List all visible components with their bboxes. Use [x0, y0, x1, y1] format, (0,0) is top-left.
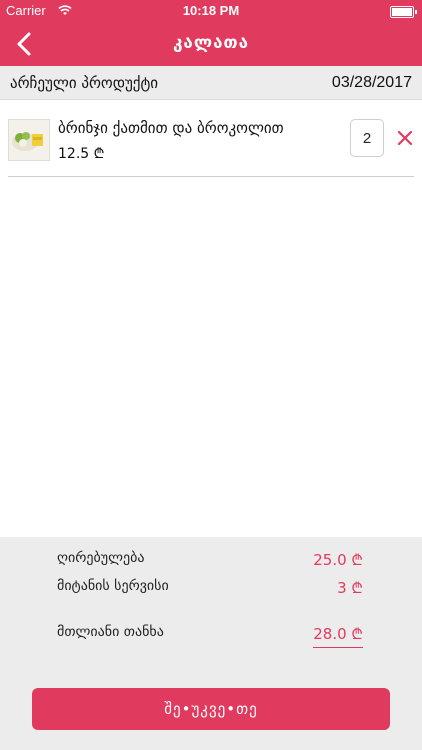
subtotal-row: ღირებულება 25.0 ₾ [57, 550, 363, 574]
quantity-field[interactable] [350, 119, 384, 157]
section-header: არჩეული პროდუქტი 03/28/2017 [0, 66, 422, 100]
total-label: მთლიანი თანხა [57, 624, 164, 640]
clock: 10:18 PM [182, 3, 240, 18]
nav-bar: კალათა [0, 22, 422, 66]
delivery-row: მიტანის სერვისი 3 ₾ [57, 578, 363, 602]
page-title: კალათა [172, 33, 250, 53]
section-label: არჩეული პროდუქტი [10, 74, 159, 92]
product-price: 12.5 ₾ [58, 146, 105, 162]
product-name: ბრინჯი ქათმით და ბროკოლით [58, 119, 284, 137]
checkout-button[interactable]: შე•უკვე•თე [32, 688, 390, 730]
total-row: მთლიანი თანხა 28.0 ₾ [57, 624, 363, 648]
product-thumbnail [8, 119, 50, 161]
order-date: 03/28/2017 [331, 74, 412, 91]
battery-icon [390, 6, 417, 18]
cart-item: ბრინჯი ქათმით და ბროკოლით 12.5 ₾ [8, 110, 414, 177]
close-icon [397, 130, 413, 146]
status-bar: Carrier 10:18 PM [0, 0, 422, 22]
delivery-label: მიტანის სერვისი [57, 578, 169, 594]
subtotal-value: 25.0 ₾ [313, 551, 363, 569]
total-value: 28.0 ₾ [313, 624, 363, 648]
remove-item-button[interactable] [396, 129, 414, 147]
subtotal-label: ღირებულება [57, 550, 145, 566]
delivery-value: 3 ₾ [337, 579, 363, 597]
